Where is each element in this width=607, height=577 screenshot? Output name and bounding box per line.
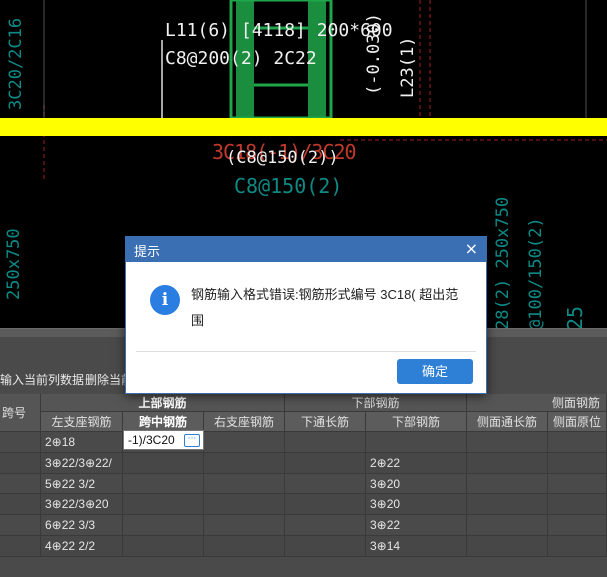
table-cell-bottom-through[interactable] — [285, 473, 366, 495]
table-cell-side-through[interactable] — [467, 494, 548, 516]
beam-name-text: L11(6) [4118] 200*600 — [165, 20, 393, 41]
right-vertical-label: (-0.030) — [364, 13, 384, 95]
yellow-beam — [0, 118, 607, 136]
table-cell-bottom[interactable]: 3⊕20 — [366, 494, 467, 516]
rebar-table: 跨号 上部钢筋 下部钢筋 侧面钢筋 左支座钢筋 跨中钢筋 右支座钢筋 下通长筋 … — [0, 394, 607, 577]
beam-stirrup-text: C8@200(2) 2C22 — [165, 48, 317, 69]
dialog-message: 钢筋输入格式错误:钢筋形式编号 3C18( 超出范围 — [191, 287, 459, 328]
table-cell-right[interactable] — [204, 432, 285, 453]
edit-value: -1)/3C20 — [128, 433, 175, 447]
table-cell-side-through[interactable] — [467, 536, 548, 557]
span-number-cell[interactable] — [0, 536, 41, 557]
span-number-cell[interactable] — [0, 432, 41, 453]
table-cell-right[interactable] — [204, 536, 285, 557]
table-cell-bottom[interactable]: 3⊕20 — [366, 473, 467, 495]
table-cell-side-in[interactable] — [548, 452, 607, 474]
span-number-cell[interactable] — [0, 494, 41, 516]
table-cell-side-in[interactable] — [548, 473, 607, 495]
table-cell-side-through[interactable] — [467, 452, 548, 474]
mid-span-edit-input[interactable]: -1)/3C20 ··· — [123, 430, 204, 450]
col-side-through[interactable]: 侧面通长筋 — [467, 412, 548, 432]
table-cell-left[interactable]: 3⊕22/3⊕20 — [41, 494, 123, 516]
left-vertical-label-2: 250x750 — [4, 228, 24, 300]
table-cell-left[interactable]: 6⊕22 3/3 — [41, 515, 123, 536]
table-cell-bottom-through[interactable] — [285, 432, 366, 453]
dialog-titlebar[interactable]: 提示 × — [126, 237, 486, 262]
table-cell-side-through[interactable] — [467, 515, 548, 536]
table-cell-right[interactable] — [204, 515, 285, 536]
table-cell-mid[interactable] — [123, 452, 204, 474]
table-cell-side-in[interactable] — [548, 494, 607, 516]
col-left-support[interactable]: 左支座钢筋 — [41, 412, 123, 432]
ok-button[interactable]: 确定 — [397, 359, 473, 384]
table-cell-bottom-through[interactable] — [285, 452, 366, 474]
table-cell-side-through[interactable] — [467, 432, 548, 453]
table-cell-side-in[interactable] — [548, 515, 607, 536]
table-cell-mid[interactable] — [123, 494, 204, 516]
table-cell-side-through[interactable] — [467, 473, 548, 495]
dialog-divider — [136, 351, 476, 352]
teal-stirrup-label: C8@150(2) — [234, 174, 343, 198]
right-teal-label-3: 25 — [563, 305, 587, 328]
col-mid-span[interactable]: 跨中钢筋 — [123, 412, 204, 432]
table-cell-left[interactable]: 2⊕18 — [41, 432, 123, 453]
span-number-cell[interactable] — [0, 452, 41, 474]
more-icon[interactable]: ··· — [184, 434, 200, 447]
span-number-cell[interactable] — [0, 515, 41, 536]
white-stirrup-label: (C8@150(2)) — [226, 148, 339, 168]
table-cell-right[interactable] — [204, 494, 285, 516]
span-number-header[interactable]: 跨号 — [0, 394, 41, 432]
table-cell-side-in[interactable] — [548, 536, 607, 557]
table-cell-bottom[interactable]: 3⊕14 — [366, 536, 467, 557]
table-cell-bottom-through[interactable] — [285, 536, 366, 557]
span-number-cell[interactable] — [0, 473, 41, 495]
col-bottom-rebar[interactable]: 下部钢筋 — [366, 412, 467, 432]
table-cell-left[interactable]: 4⊕22 2/2 — [41, 536, 123, 557]
left-vertical-label: 3C20/2C16 — [6, 17, 26, 110]
table-cell-right[interactable] — [204, 452, 285, 474]
table-cell-bottom-through[interactable] — [285, 494, 366, 516]
table-cell-mid[interactable] — [123, 473, 204, 495]
right-teal-label-2: @100/150(2) — [526, 217, 546, 328]
table-cell-bottom-through[interactable] — [285, 515, 366, 536]
bottom-rebar-group-header: 下部钢筋 — [285, 394, 467, 412]
table-cell-bottom[interactable]: 2⊕22 — [366, 452, 467, 474]
dialog-title: 提示 — [134, 244, 161, 259]
error-dialog: 提示 × i 钢筋输入格式错误:钢筋形式编号 3C18( 超出范围 确定 — [125, 236, 487, 394]
top-rebar-group-header: 上部钢筋 — [41, 394, 285, 412]
right-teal-label-1: 28(2) 250x750 — [493, 196, 513, 328]
col-right-support[interactable]: 右支座钢筋 — [204, 412, 285, 432]
table-cell-mid[interactable] — [123, 515, 204, 536]
table-cell-side-in[interactable] — [548, 432, 607, 453]
close-icon[interactable]: × — [465, 239, 478, 258]
table-cell-bottom[interactable]: 3⊕22 — [366, 515, 467, 536]
col-side-in-situ[interactable]: 侧面原位 — [548, 412, 607, 432]
table-cell-bottom[interactable] — [366, 432, 467, 453]
table-cell-right[interactable] — [204, 473, 285, 495]
insert-column-data-button[interactable]: 输入当前列数据 — [0, 371, 84, 388]
col-bottom-through[interactable]: 下通长筋 — [285, 412, 366, 432]
info-icon: i — [150, 285, 180, 315]
side-rebar-group-header: 侧面钢筋 — [467, 394, 607, 412]
table-cell-left[interactable]: 5⊕22 3/2 — [41, 473, 123, 495]
table-cell-mid[interactable] — [123, 536, 204, 557]
table-cell-left[interactable]: 3⊕22/3⊕22/ — [41, 452, 123, 474]
right-vertical-label-2: L23(1) — [398, 36, 418, 98]
